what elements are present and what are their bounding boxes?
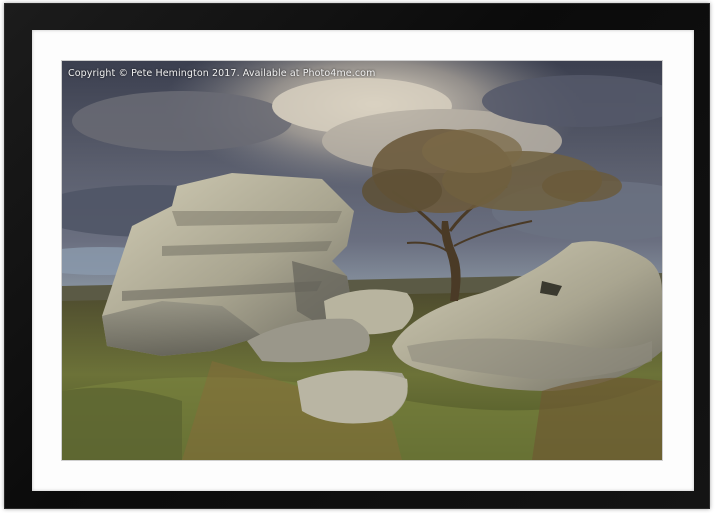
foreground-boulder [297, 370, 408, 424]
picture-mount: Copyright © Pete Hemington 2017. Availab… [32, 30, 694, 491]
photo-scene [62, 61, 662, 460]
landscape-photo: Copyright © Pete Hemington 2017. Availab… [62, 61, 662, 460]
copyright-watermark: Copyright © Pete Hemington 2017. Availab… [68, 68, 376, 79]
picture-frame: Copyright © Pete Hemington 2017. Availab… [4, 3, 710, 509]
